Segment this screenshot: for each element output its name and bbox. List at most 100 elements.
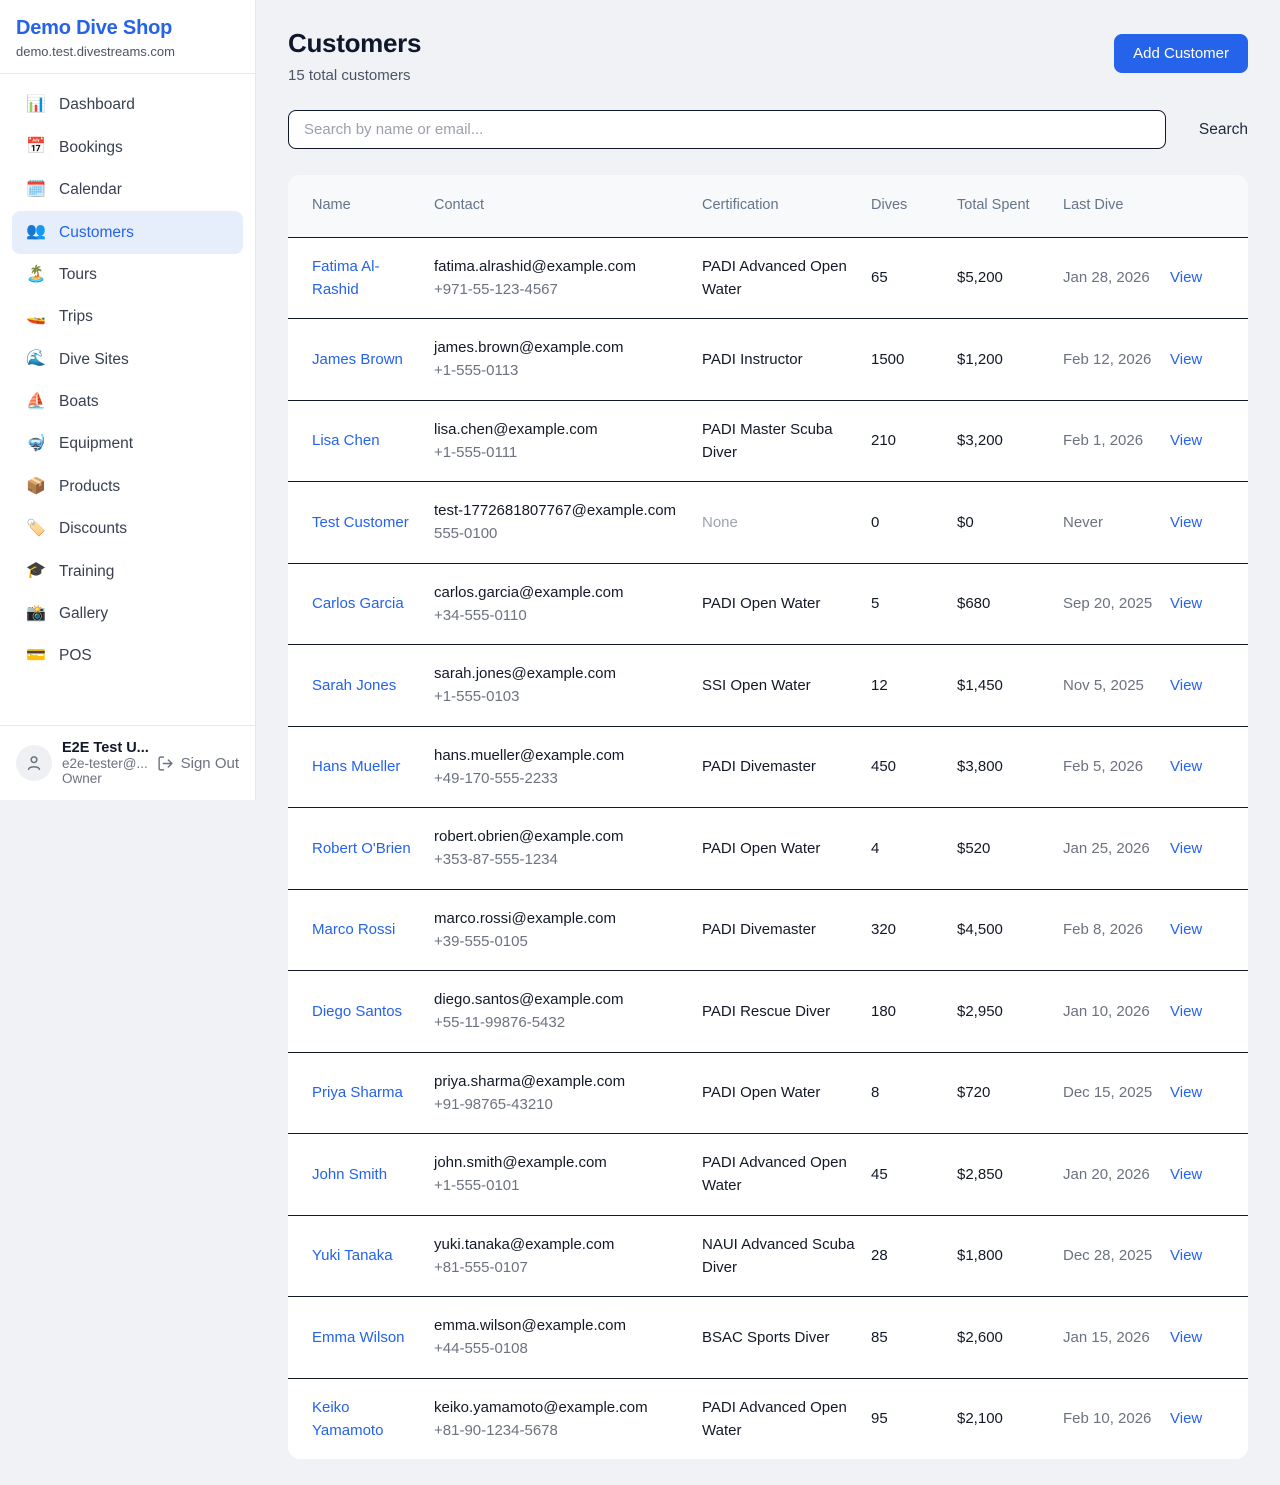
customer-total-spent: $2,100	[957, 1378, 1063, 1459]
customer-phone: +91-98765-43210	[434, 1093, 688, 1116]
sign-out-button[interactable]: Sign Out	[157, 755, 239, 772]
table-row: Carlos Garcia carlos.garcia@example.com …	[288, 563, 1248, 645]
view-customer-link[interactable]: View	[1170, 677, 1202, 694]
view-customer-link[interactable]: View	[1170, 1247, 1202, 1264]
sidebar-nav: 📊 Dashboard 📅 Bookings 🗓️ Calendar 👥 Cus…	[0, 74, 255, 725]
sidebar-item-calendar[interactable]: 🗓️ Calendar	[12, 169, 243, 211]
table-row: Priya Sharma priya.sharma@example.com +9…	[288, 1052, 1248, 1134]
customer-email: sarah.jones@example.com	[434, 662, 688, 685]
customer-name-link[interactable]: Priya Sharma	[312, 1084, 403, 1101]
sidebar-item-trips[interactable]: 🚤 Trips	[12, 296, 243, 338]
customer-certification: NAUI Advanced Scuba Diver	[702, 1215, 871, 1297]
customer-phone: +55-11-99876-5432	[434, 1011, 688, 1034]
sidebar-item-tours[interactable]: 🏝️ Tours	[12, 254, 243, 296]
view-customer-link[interactable]: View	[1170, 269, 1202, 286]
customer-phone: +1-555-0101	[434, 1174, 688, 1197]
sidebar-item-label: Products	[59, 476, 120, 498]
customer-certification: PADI Advanced Open Water	[702, 237, 871, 319]
customer-name-link[interactable]: Fatima Al-Rashid	[312, 258, 380, 298]
customer-name-link[interactable]: Carlos Garcia	[312, 595, 404, 612]
customer-total-spent: $2,600	[957, 1297, 1063, 1379]
sidebar-item-pos[interactable]: 💳 POS	[12, 635, 243, 677]
sidebar-item-gallery[interactable]: 📸 Gallery	[12, 593, 243, 635]
customer-name-link[interactable]: James Brown	[312, 351, 403, 368]
customer-certification: PADI Open Water	[702, 563, 871, 645]
customer-last-dive: Jan 10, 2026	[1063, 971, 1170, 1053]
sidebar-item-label: Discounts	[59, 518, 127, 540]
customer-certification: PADI Open Water	[702, 1052, 871, 1134]
sidebar-item-products[interactable]: 📦 Products	[12, 466, 243, 508]
calendar-date-icon: 📅	[26, 136, 46, 158]
customer-certification: PADI Advanced Open Water	[702, 1378, 871, 1459]
view-customer-link[interactable]: View	[1170, 1166, 1202, 1183]
brand-name: Demo Dive Shop	[16, 17, 239, 40]
customer-name-link[interactable]: Marco Rossi	[312, 921, 395, 938]
customer-email: test-1772681807767@example.com	[434, 499, 688, 522]
view-customer-link[interactable]: View	[1170, 351, 1202, 368]
sidebar-item-boats[interactable]: ⛵ Boats	[12, 381, 243, 423]
customer-total-spent: $3,800	[957, 726, 1063, 808]
view-customer-link[interactable]: View	[1170, 1084, 1202, 1101]
customer-phone: +49-170-555-2233	[434, 767, 688, 790]
customer-certification: PADI Instructor	[702, 319, 871, 401]
customer-name-link[interactable]: Lisa Chen	[312, 432, 380, 449]
customer-total-spent: $520	[957, 808, 1063, 890]
sidebar-item-training[interactable]: 🎓 Training	[12, 550, 243, 592]
user-name: E2E Test U...	[62, 740, 147, 756]
table-row: Test Customer test-1772681807767@example…	[288, 482, 1248, 564]
customer-name-link[interactable]: Keiko Yamamoto	[312, 1399, 383, 1439]
customer-total-spent: $680	[957, 563, 1063, 645]
customer-dives: 180	[871, 971, 957, 1053]
view-customer-link[interactable]: View	[1170, 1003, 1202, 1020]
customer-email: hans.mueller@example.com	[434, 744, 688, 767]
search-input[interactable]	[288, 110, 1166, 149]
customer-name-link[interactable]: Robert O'Brien	[312, 840, 411, 857]
sidebar-item-dive-sites[interactable]: 🌊 Dive Sites	[12, 338, 243, 380]
search-button[interactable]: Search	[1199, 113, 1248, 147]
customer-email: emma.wilson@example.com	[434, 1314, 688, 1337]
camera-icon: 📸	[26, 603, 46, 625]
customer-name-link[interactable]: Test Customer	[312, 514, 409, 531]
customer-certification: PADI Divemaster	[702, 726, 871, 808]
customer-phone: +1-555-0113	[434, 359, 688, 382]
customer-last-dive: Feb 8, 2026	[1063, 889, 1170, 971]
column-header-certification: Certification	[702, 175, 871, 237]
view-customer-link[interactable]: View	[1170, 432, 1202, 449]
view-customer-link[interactable]: View	[1170, 514, 1202, 531]
customer-email: robert.obrien@example.com	[434, 825, 688, 848]
sidebar-item-label: Trips	[59, 306, 93, 328]
customer-name-link[interactable]: Diego Santos	[312, 1003, 402, 1020]
sidebar-item-discounts[interactable]: 🏷️ Discounts	[12, 508, 243, 550]
column-header-dives: Dives	[871, 175, 957, 237]
customer-dives: 320	[871, 889, 957, 971]
customer-phone: +34-555-0110	[434, 604, 688, 627]
customer-name-link[interactable]: Yuki Tanaka	[312, 1247, 393, 1264]
customer-name-link[interactable]: John Smith	[312, 1166, 387, 1183]
dashboard-icon: 📊	[26, 94, 46, 116]
view-customer-link[interactable]: View	[1170, 921, 1202, 938]
view-customer-link[interactable]: View	[1170, 1410, 1202, 1427]
add-customer-button[interactable]: Add Customer	[1114, 34, 1248, 73]
sidebar-item-bookings[interactable]: 📅 Bookings	[12, 126, 243, 168]
view-customer-link[interactable]: View	[1170, 840, 1202, 857]
customer-name-link[interactable]: Sarah Jones	[312, 677, 396, 694]
customer-phone: +971-55-123-4567	[434, 278, 688, 301]
customer-certification: PADI Divemaster	[702, 889, 871, 971]
customer-name-link[interactable]: Emma Wilson	[312, 1329, 405, 1346]
customer-total-spent: $2,950	[957, 971, 1063, 1053]
customer-total-spent: $1,200	[957, 319, 1063, 401]
customer-phone: +81-555-0107	[434, 1256, 688, 1279]
customer-email: priya.sharma@example.com	[434, 1070, 688, 1093]
sidebar-item-customers[interactable]: 👥 Customers	[12, 211, 243, 253]
customer-certification: PADI Open Water	[702, 808, 871, 890]
island-icon: 🏝️	[26, 264, 46, 286]
customer-email: lisa.chen@example.com	[434, 418, 688, 441]
sidebar-item-dashboard[interactable]: 📊 Dashboard	[12, 84, 243, 126]
view-customer-link[interactable]: View	[1170, 758, 1202, 775]
wave-icon: 🌊	[26, 348, 46, 370]
sidebar-item-equipment[interactable]: 🤿 Equipment	[12, 423, 243, 465]
view-customer-link[interactable]: View	[1170, 595, 1202, 612]
view-customer-link[interactable]: View	[1170, 1329, 1202, 1346]
customer-name-link[interactable]: Hans Mueller	[312, 758, 400, 775]
user-role: Owner	[62, 771, 147, 786]
